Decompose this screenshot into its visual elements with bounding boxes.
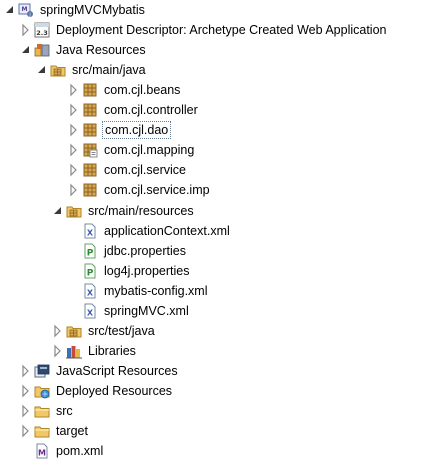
expand-arrow-icon[interactable] xyxy=(50,321,66,341)
package-icon xyxy=(82,162,98,178)
tree-item-package[interactable]: com.cjl.mapping xyxy=(66,140,196,160)
tree-item-file[interactable]: jdbc.properties xyxy=(82,241,188,261)
expand-arrow-icon[interactable] xyxy=(2,0,18,20)
tree-item-label: JavaScript Resources xyxy=(56,364,178,378)
source-folder-icon xyxy=(66,203,82,219)
tree-item-label: springMVCMybatis xyxy=(40,3,145,17)
maven-pom-icon: M xyxy=(34,443,50,459)
javascript-resources-icon xyxy=(34,363,50,379)
tree-item-file[interactable]: log4j.properties xyxy=(82,261,191,281)
tree-item-label: springMVC.xml xyxy=(104,304,189,318)
properties-file-icon xyxy=(82,263,98,279)
tree-item-deployment-descriptor[interactable]: 2.3 Deployment Descriptor: Archetype Cre… xyxy=(18,20,389,40)
package-icon xyxy=(82,122,98,138)
tree-item-label: com.cjl.beans xyxy=(104,83,181,97)
tree-item-java-resources[interactable]: Java Resources xyxy=(18,40,148,60)
package-icon xyxy=(82,102,98,118)
xml-file-icon xyxy=(82,283,98,299)
tree-item-src-main-resources[interactable]: src/main/resources xyxy=(50,201,196,221)
expand-arrow-icon[interactable] xyxy=(18,421,34,441)
tree-item-package[interactable]: com.cjl.service.imp xyxy=(66,180,212,200)
expand-arrow-icon[interactable] xyxy=(50,341,66,361)
svg-text:M: M xyxy=(38,449,46,458)
tree-item-label: target xyxy=(56,424,88,438)
deployment-descriptor-icon: 2.3 xyxy=(34,22,50,38)
package-icon xyxy=(82,82,98,98)
tree-item-label: pom.xml xyxy=(56,444,104,458)
folder-icon xyxy=(34,403,50,419)
libraries-icon xyxy=(66,343,82,359)
tree-item-javascript-resources[interactable]: JavaScript Resources xyxy=(18,361,180,381)
tree-item-file[interactable]: mybatis-config.xml xyxy=(82,281,210,301)
tree-item-label: Deployed Resources xyxy=(56,384,173,398)
tree-item-package[interactable]: com.cjl.controller xyxy=(66,100,200,120)
expand-arrow-icon[interactable] xyxy=(50,201,66,221)
tree-item-label: src/main/resources xyxy=(88,204,194,218)
folder-icon xyxy=(34,423,50,439)
tree-item-label: Deployment Descriptor: Archetype Created… xyxy=(56,23,387,37)
tree-item-label: com.cjl.controller xyxy=(104,103,198,117)
svg-text:2.3: 2.3 xyxy=(36,29,48,37)
expand-arrow-icon[interactable] xyxy=(18,401,34,421)
tree-item-label: com.cjl.service xyxy=(104,163,186,177)
tree-item-target[interactable]: target xyxy=(18,421,90,441)
expand-arrow-icon[interactable] xyxy=(66,120,82,140)
tree-item-label: mybatis-config.xml xyxy=(104,284,208,298)
tree-item-deployed-resources[interactable]: Deployed Resources xyxy=(18,381,174,401)
tree-item-label: Libraries xyxy=(88,344,136,358)
tree-item-pom[interactable]: M pom.xml xyxy=(34,441,105,461)
expand-arrow-icon[interactable] xyxy=(66,160,82,180)
tree-item-label: com.cjl.service.imp xyxy=(104,183,210,197)
xml-file-icon xyxy=(82,303,98,319)
tree-item-src-main-java[interactable]: src/main/java xyxy=(34,60,148,80)
expand-arrow-icon[interactable] xyxy=(18,381,34,401)
tree-item-libraries[interactable]: Libraries xyxy=(50,341,138,361)
tree-item-project[interactable]: M J springMVCMybatis xyxy=(2,0,147,20)
expand-arrow-icon[interactable] xyxy=(66,80,82,100)
tree-item-label: src/main/java xyxy=(72,63,146,77)
tree-item-package[interactable]: com.cjl.dao xyxy=(66,120,172,140)
expand-arrow-icon[interactable] xyxy=(18,361,34,381)
tree-item-label: jdbc.properties xyxy=(104,244,186,258)
tree-item-file[interactable]: applicationContext.xml xyxy=(82,221,232,241)
package-icon xyxy=(82,182,98,198)
expand-arrow-icon[interactable] xyxy=(66,180,82,200)
deployed-resources-icon xyxy=(34,383,50,399)
tree-item-package[interactable]: com.cjl.beans xyxy=(66,80,182,100)
expand-arrow-icon[interactable] xyxy=(18,40,34,60)
source-folder-icon xyxy=(50,62,66,78)
maven-project-icon: M J xyxy=(18,2,34,18)
tree-item-label: com.cjl.mapping xyxy=(104,143,195,157)
expand-arrow-icon[interactable] xyxy=(66,100,82,120)
xml-file-icon xyxy=(82,223,98,239)
tree-item-src-test-java[interactable]: src/test/java xyxy=(50,321,157,341)
properties-file-icon xyxy=(82,243,98,259)
java-resources-icon xyxy=(34,42,50,58)
svg-text:J: J xyxy=(28,12,30,18)
tree-item-label: src xyxy=(56,404,73,418)
tree-item-label: log4j.properties xyxy=(104,264,190,278)
tree-item-package[interactable]: com.cjl.service xyxy=(66,160,188,180)
svg-text:M: M xyxy=(22,6,28,13)
expand-arrow-icon[interactable] xyxy=(34,60,50,80)
tree-item-label: applicationContext.xml xyxy=(104,224,230,238)
project-explorer-tree: M J springMVCMybatis 2.3 Deployment Desc… xyxy=(0,0,430,466)
tree-item-label: src/test/java xyxy=(88,324,155,338)
tree-item-label: com.cjl.dao xyxy=(102,121,172,139)
source-folder-icon xyxy=(66,323,82,339)
expand-arrow-icon[interactable] xyxy=(18,20,34,40)
tree-item-label: Java Resources xyxy=(56,43,146,57)
tree-item-file[interactable]: springMVC.xml xyxy=(82,301,191,321)
package-resource-icon xyxy=(82,142,98,158)
tree-item-src[interactable]: src xyxy=(18,401,75,421)
expand-arrow-icon[interactable] xyxy=(66,140,82,160)
